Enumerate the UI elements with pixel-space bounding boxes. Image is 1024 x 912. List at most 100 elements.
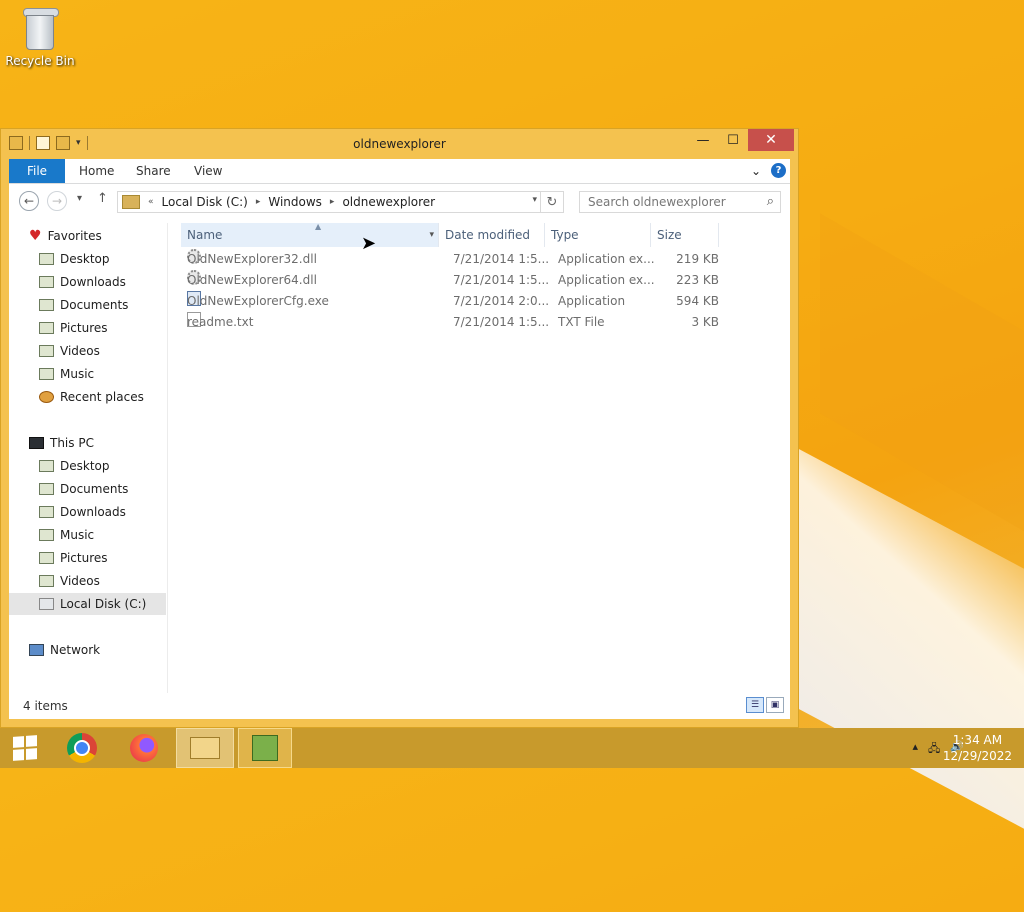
up-button[interactable]: ↑	[97, 191, 108, 206]
computer-icon	[29, 437, 44, 449]
nav-item-pc-music[interactable]: Music	[39, 524, 94, 546]
forward-button[interactable]: →	[47, 191, 67, 211]
nav-item-music[interactable]: Music	[39, 363, 94, 385]
recent-locations-button[interactable]: ▾	[77, 193, 82, 204]
downloads-icon	[39, 276, 54, 288]
maximize-button[interactable]: ☐	[718, 129, 748, 151]
file-size: 594 KB	[676, 294, 719, 308]
taskbar-chrome[interactable]	[62, 728, 102, 768]
file-row[interactable]: OldNewExplorerCfg.exe 7/21/2014 2:0... A…	[181, 291, 729, 312]
nav-item-videos[interactable]: Videos	[39, 340, 100, 362]
nav-item-label: Documents	[60, 482, 129, 496]
details-view-button[interactable]: ☰	[746, 697, 764, 713]
file-row[interactable]: readme.txt 7/21/2014 1:5... TXT File 3 K…	[181, 312, 729, 333]
title-bar[interactable]: ▾ oldnewexplorer — ☐ ✕	[1, 129, 798, 159]
search-input[interactable]: Search oldnewexplorer ⌕	[579, 191, 781, 213]
breadcrumb-separator-icon[interactable]: ▸	[330, 197, 335, 207]
nav-item-label: Recent places	[60, 390, 144, 404]
videos-icon	[39, 345, 54, 357]
nav-item-label: Music	[60, 367, 95, 381]
taskbar-file-explorer[interactable]	[176, 728, 234, 768]
close-button[interactable]: ✕	[748, 129, 794, 151]
column-headers: ▲ Name ▾ Date modified Type Size	[171, 222, 719, 247]
taskbar-firefox[interactable]	[124, 728, 164, 768]
nav-item-label: Downloads	[60, 275, 126, 289]
file-row[interactable]: OldNewExplorer64.dll 7/21/2014 1:5... Ap…	[181, 270, 729, 291]
minimize-button[interactable]: —	[688, 129, 718, 151]
network-icon	[29, 644, 44, 656]
nav-item-desktop[interactable]: Desktop	[39, 248, 110, 270]
search-placeholder: Search oldnewexplorer	[588, 195, 726, 209]
help-icon[interactable]: ?	[771, 163, 786, 178]
column-filter-dropdown-icon[interactable]: ▾	[429, 223, 434, 247]
mouse-cursor-icon: ➤	[361, 233, 377, 254]
clock[interactable]: 1:34 AM 12/29/2022	[943, 732, 1012, 764]
item-count: 4 items	[23, 699, 68, 713]
file-size: 3 KB	[691, 315, 719, 329]
nav-item-pc-videos[interactable]: Videos	[39, 570, 100, 592]
breadcrumb-local-disk[interactable]: Local Disk (C:)	[162, 195, 248, 209]
file-list: ▲ Name ▾ Date modified Type Size OldNewE…	[171, 222, 790, 693]
file-type: TXT File	[558, 315, 605, 329]
music-icon	[39, 529, 54, 541]
address-bar[interactable]: « Local Disk (C:) ▸ Windows ▸ oldnewexpl…	[117, 191, 564, 213]
breadcrumb-separator-icon[interactable]: ▸	[256, 197, 261, 207]
nav-item-pc-documents[interactable]: Documents	[39, 478, 128, 500]
tab-view[interactable]: View	[180, 159, 236, 183]
column-header-type[interactable]: Type	[545, 223, 651, 247]
show-hidden-icons-chevron-icon[interactable]: ▴	[913, 740, 919, 759]
file-name: readme.txt	[187, 315, 254, 329]
pictures-icon	[39, 552, 54, 564]
chrome-icon	[67, 733, 97, 763]
nav-item-recent-places[interactable]: Recent places	[39, 386, 144, 408]
tab-home[interactable]: Home	[65, 159, 128, 183]
firefox-icon	[130, 734, 158, 762]
back-button[interactable]: ←	[19, 191, 39, 211]
tab-share[interactable]: Share	[122, 159, 185, 183]
drive-icon	[39, 598, 54, 610]
column-header-size[interactable]: Size	[651, 223, 719, 247]
refresh-button[interactable]: ↻	[540, 192, 563, 212]
tab-file[interactable]: File	[9, 159, 65, 183]
folder-icon	[122, 195, 140, 209]
file-date: 7/21/2014 1:5...	[453, 252, 550, 266]
start-button[interactable]	[10, 728, 40, 768]
nav-item-downloads[interactable]: Downloads	[39, 271, 126, 293]
nav-item-pc-downloads[interactable]: Downloads	[39, 501, 126, 523]
network-icon[interactable]: 🖧	[928, 740, 940, 759]
column-name-label: Name	[187, 228, 223, 242]
nav-item-label: Local Disk (C:)	[60, 597, 147, 611]
nav-item-pictures[interactable]: Pictures	[39, 317, 108, 339]
large-icons-view-button[interactable]: ▣	[766, 697, 784, 713]
address-dropdown-icon[interactable]: ▾	[532, 195, 537, 205]
file-explorer-icon	[190, 737, 220, 759]
column-header-date[interactable]: Date modified	[439, 223, 545, 247]
favorites-star-icon: ♥	[29, 228, 42, 244]
file-date: 7/21/2014 2:0...	[453, 294, 550, 308]
nav-network-label: Network	[50, 643, 101, 657]
nav-item-pc-pictures[interactable]: Pictures	[39, 547, 108, 569]
file-type: Application ex...	[558, 273, 655, 287]
pictures-icon	[39, 322, 54, 334]
nav-item-documents[interactable]: Documents	[39, 294, 128, 316]
expand-ribbon-chevron-icon[interactable]: ⌄	[751, 164, 761, 178]
taskbar-app[interactable]	[238, 728, 292, 768]
column-header-name[interactable]: ▲ Name ▾	[181, 222, 439, 247]
file-row[interactable]: OldNewExplorer32.dll 7/21/2014 1:5... Ap…	[181, 249, 729, 270]
videos-icon	[39, 575, 54, 587]
nav-favorites-label: Favorites	[47, 229, 102, 243]
downloads-icon	[39, 506, 54, 518]
nav-network[interactable]: Network	[29, 639, 100, 661]
recycle-bin[interactable]: Recycle Bin	[4, 8, 76, 68]
nav-this-pc[interactable]: This PC	[29, 432, 94, 454]
nav-item-local-disk[interactable]: Local Disk (C:)	[9, 593, 166, 615]
breadcrumb-oldnewexplorer[interactable]: oldnewexplorer	[342, 195, 435, 209]
overflow-chevron-icon[interactable]: «	[148, 197, 154, 207]
nav-item-pc-desktop[interactable]: Desktop	[39, 455, 110, 477]
music-icon	[39, 368, 54, 380]
file-date: 7/21/2014 1:5...	[453, 273, 550, 287]
explorer-body: File Home Share View ⌄ ? ← → ▾ ↑ « Local…	[9, 159, 790, 719]
breadcrumb-windows[interactable]: Windows	[268, 195, 322, 209]
search-icon[interactable]: ⌕	[767, 194, 774, 209]
nav-favorites[interactable]: ♥ Favorites	[29, 225, 102, 247]
